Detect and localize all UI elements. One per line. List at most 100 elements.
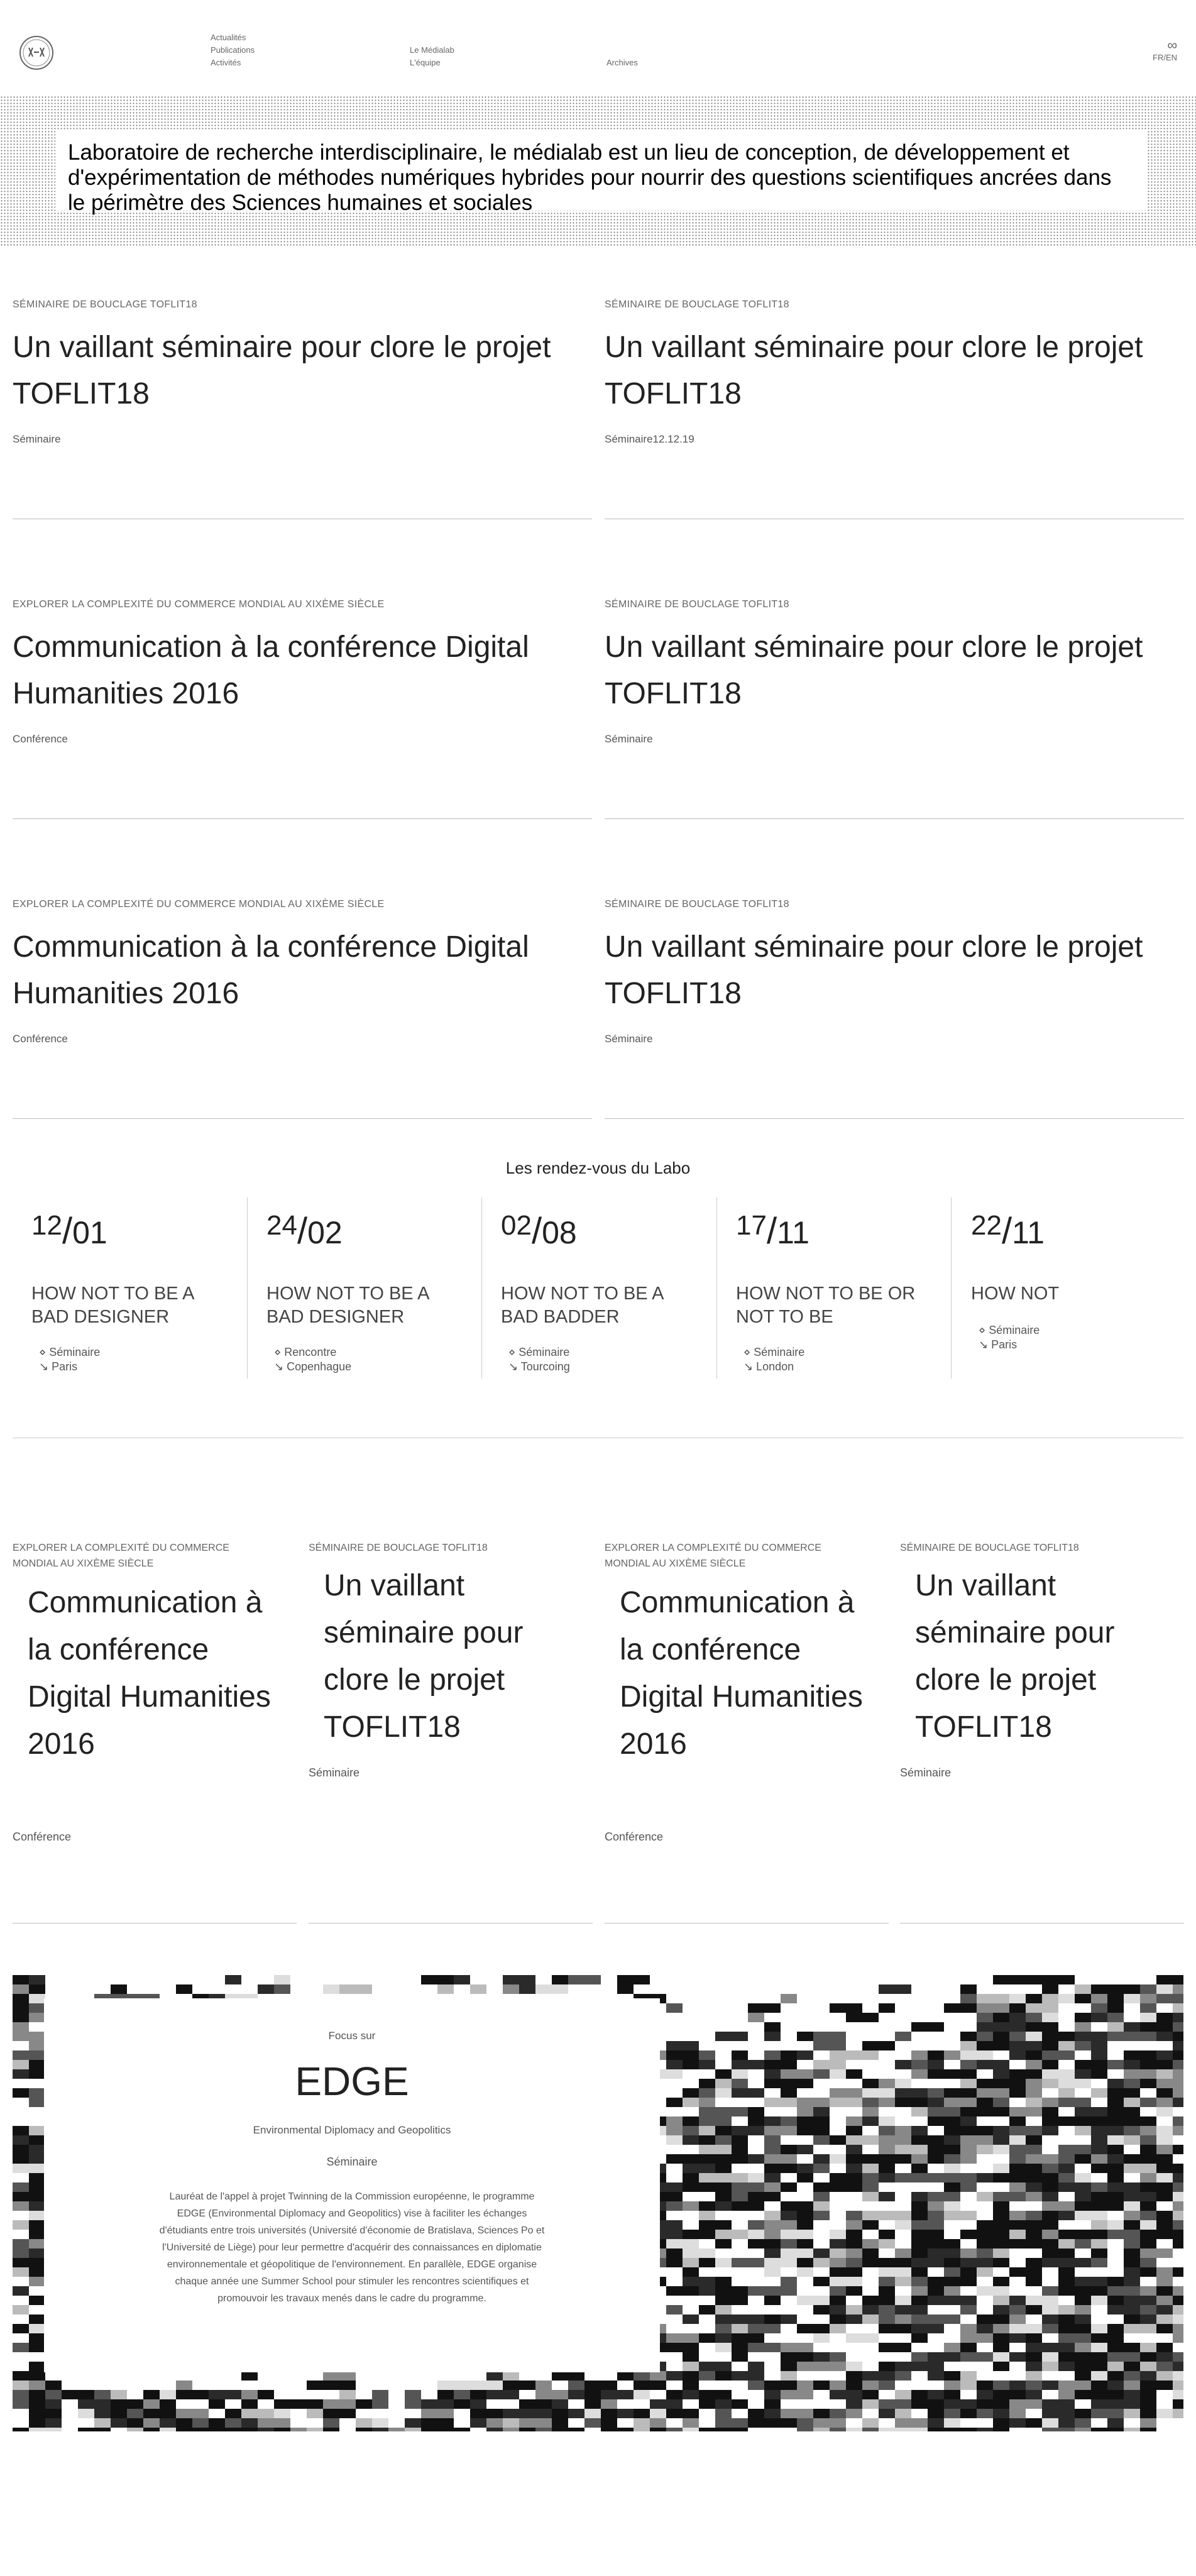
article-type: Séminaire [900, 1766, 952, 1779]
hero-text-box: Laboratoire de recherche interdisciplina… [55, 130, 1147, 215]
article-card[interactable]: Explorer la complexité du commerce mondi… [13, 599, 592, 819]
medialab-logo[interactable] [19, 35, 54, 70]
article-type: Séminaire [309, 1766, 360, 1779]
rendezvous-heading: Les rendez-vous du Labo [505, 1159, 691, 1177]
grid-article-card[interactable]: Séminaire de bouclage TOFLIT18 Un vailla… [309, 1540, 593, 1924]
article-title[interactable]: Un vaillant séminaire pour clore le proj… [605, 324, 1170, 417]
article-kicker: Explorer la complexité du commerce mondi… [13, 899, 385, 910]
grid-article-card[interactable]: Séminaire de bouclage TOFLIT18 Un vailla… [900, 1540, 1184, 1924]
event-place: ↘ Tourcoing [508, 1360, 570, 1373]
event-tags: ⋄ Séminaire ↘ Paris [979, 1323, 1040, 1352]
event-date: 12/01 [31, 1210, 107, 1252]
event-tags: ⋄ Rencontre ↘ Copenhague [274, 1345, 351, 1374]
hero-banner: Laboratoire de recherche interdisciplina… [0, 96, 1196, 246]
nav-link-medialab[interactable]: Le Médialab [410, 44, 454, 57]
article-kicker: Séminaire de bouclage TOFLIT18 [900, 1543, 1079, 1553]
article-kicker: Séminaire de bouclage TOFLIT18 [13, 299, 197, 310]
nav-link-publications[interactable]: Publications [211, 44, 255, 57]
article-kicker: Explorer la complexité du commerce mondi… [605, 1543, 821, 1569]
hero-text: Laboratoire de recherche interdisciplina… [68, 140, 1112, 215]
article-type: Conférence [13, 1830, 72, 1843]
language-switcher[interactable]: ∞ FR/EN [1153, 37, 1177, 63]
event-divider [716, 1197, 717, 1379]
focus-card: Focus sur EDGE Environmental Diplomacy a… [44, 1998, 660, 2372]
article-card[interactable]: Séminaire de bouclage TOFLIT18 Un vailla… [605, 899, 1184, 1119]
event-tags: ⋄ Séminaire ↘ London [743, 1345, 804, 1374]
article-type: Séminaire [605, 733, 653, 745]
article-kicker: Séminaire de bouclage TOFLIT18 [605, 599, 789, 610]
focus-section[interactable]: Focus sur EDGE Environmental Diplomacy a… [13, 1975, 1183, 2431]
event-place: ↘ Paris [39, 1360, 78, 1373]
article-card[interactable]: Séminaire de bouclage TOFLIT18 Un vailla… [605, 299, 1184, 519]
article-meta: Séminaire [605, 1033, 653, 1045]
article-card[interactable]: Séminaire de bouclage TOFLIT18 Un vailla… [13, 299, 592, 519]
event-place: ↘ Paris [979, 1338, 1018, 1351]
article-meta: Séminaire [605, 733, 653, 746]
article-kicker: Explorer la complexité du commerce mondi… [13, 1543, 229, 1569]
event-date: 22/11 [971, 1210, 1045, 1252]
focus-subtitle: Environmental Diplomacy and Geopolitics [253, 2124, 451, 2136]
event-type: ⋄ Séminaire [743, 1346, 805, 1358]
article-title[interactable]: Communication à la conférence Digital Hu… [620, 1579, 877, 1768]
event-title[interactable]: How not to be a bad badder [501, 1282, 683, 1329]
article-title[interactable]: Communication à la conférence Digital Hu… [13, 924, 578, 1017]
article-card[interactable]: Explorer la complexité du commerce mondi… [13, 899, 592, 1119]
event-tags: ⋄ Séminaire ↘ Tourcoing [508, 1345, 570, 1374]
article-date: 12.12.19 [652, 433, 694, 445]
article-meta: Conférence [13, 733, 68, 746]
event-divider [481, 1197, 482, 1379]
infinity-icon: ∞ [1167, 37, 1177, 53]
event-title[interactable]: How not to be a bad designer [266, 1282, 449, 1329]
grid-article-card[interactable]: Explorer la complexité du commerce mondi… [13, 1540, 297, 1924]
nav-link-archives[interactable]: Archives [606, 57, 638, 69]
article-title[interactable]: Communication à la conférence Digital Hu… [28, 1579, 285, 1768]
event-card[interactable]: 12/01 How not to be a bad designer ⋄ Sém… [31, 1197, 239, 1379]
event-title[interactable]: How not to be or not to be [736, 1282, 918, 1329]
article-type: Séminaire [605, 1033, 653, 1045]
event-title[interactable]: How not [971, 1282, 1153, 1306]
event-date: 24/02 [266, 1210, 343, 1252]
focus-tag: Séminaire [326, 2155, 378, 2168]
event-type: ⋄ Rencontre [274, 1346, 337, 1358]
nav-link-equipe[interactable]: L'équipe [410, 57, 454, 69]
event-date: 02/08 [501, 1210, 577, 1252]
event-divider [951, 1197, 952, 1379]
event-card[interactable]: 17/11 How not to be or not to be ⋄ Sémin… [736, 1197, 943, 1379]
focus-description: Lauréat de l'appel à projet Twinning de … [159, 2191, 545, 2304]
focus-title[interactable]: EDGE [44, 2058, 660, 2105]
article-title[interactable]: Un vaillant séminaire pour clore le proj… [605, 624, 1170, 717]
article-title[interactable]: Un vaillant séminaire pour clore le proj… [324, 1562, 581, 1751]
article-kicker: Séminaire de bouclage TOFLIT18 [309, 1543, 488, 1553]
event-card[interactable]: 02/08 How not to be a bad badder ⋄ Sémin… [501, 1197, 708, 1379]
article-kicker: Séminaire de bouclage TOFLIT18 [605, 899, 789, 910]
article-title[interactable]: Un vaillant séminaire pour clore le proj… [13, 324, 578, 417]
event-card[interactable]: 22/11 How not ⋄ Séminaire ↘ Paris [971, 1197, 1178, 1379]
event-type: ⋄ Séminaire [39, 1346, 101, 1358]
nav-link-actualites[interactable]: Actualités [211, 31, 255, 44]
article-meta: Conférence [13, 1033, 68, 1045]
article-meta: Séminaire [13, 433, 61, 446]
nav-group-main: Actualités Publications Activités [211, 31, 255, 69]
article-type: Séminaire [13, 433, 61, 445]
article-title[interactable]: Un vaillant séminaire pour clore le proj… [605, 924, 1170, 1017]
nav-link-activites[interactable]: Activités [211, 57, 255, 69]
article-title[interactable]: Communication à la conférence Digital Hu… [13, 624, 578, 717]
site-header: Actualités Publications Activités Le Méd… [0, 0, 1196, 94]
article-type: Conférence [605, 1830, 664, 1843]
event-type: ⋄ Séminaire [508, 1346, 570, 1358]
article-card[interactable]: Séminaire de bouclage TOFLIT18 Un vailla… [605, 599, 1184, 819]
event-place: ↘ London [743, 1360, 794, 1373]
nav-group-about: Le Médialab L'équipe [410, 44, 454, 69]
language-label[interactable]: FR/EN [1153, 53, 1177, 62]
article-kicker: Séminaire de bouclage TOFLIT18 [605, 299, 789, 310]
grid-article-card[interactable]: Explorer la complexité du commerce mondi… [605, 1540, 889, 1924]
event-place: ↘ Copenhague [274, 1360, 352, 1373]
article-title[interactable]: Un vaillant séminaire pour clore le proj… [915, 1562, 1173, 1751]
event-divider [247, 1197, 248, 1379]
nav-group-archives: Archives [606, 57, 638, 69]
event-title[interactable]: How not to be a bad designer [31, 1282, 214, 1329]
article-kicker: Explorer la complexité du commerce mondi… [13, 599, 385, 610]
article-type: Conférence [13, 733, 68, 745]
event-card[interactable]: 24/02 How not to be a bad designer ⋄ Ren… [266, 1197, 474, 1379]
article-type: Conférence [13, 1033, 68, 1045]
